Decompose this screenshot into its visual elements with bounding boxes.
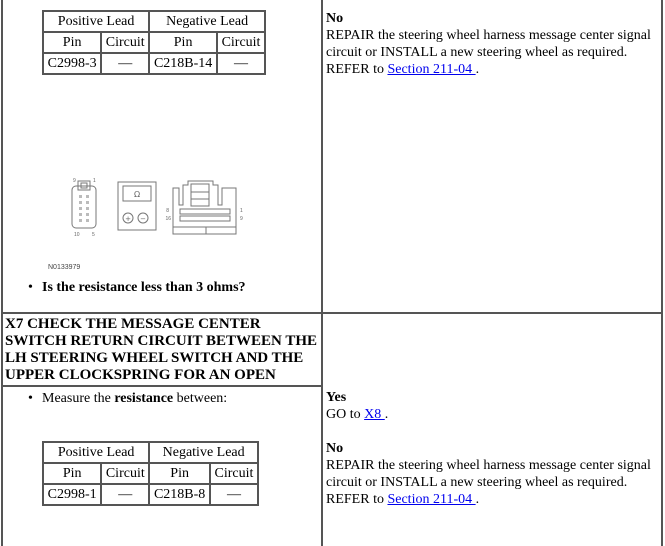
group-header-negative: Negative Lead bbox=[148, 441, 259, 464]
group-header-positive: Positive Lead bbox=[41, 441, 151, 464]
column-header: Circuit bbox=[100, 462, 151, 485]
question-text: Is the resistance less than 3 ohms? bbox=[42, 280, 246, 295]
column-header: Pin bbox=[41, 462, 103, 485]
row-divider bbox=[1, 312, 663, 314]
steering-wheel-connector-icon bbox=[71, 180, 97, 229]
instruction-prefix: Measure the bbox=[42, 391, 115, 406]
negative-terminal: − bbox=[140, 215, 146, 223]
table-cell: C2998-3 bbox=[41, 52, 103, 75]
table-border-left bbox=[1, 0, 3, 546]
table-border-middle bbox=[321, 0, 323, 546]
table-row: Pin Circuit Pin Circuit bbox=[41, 462, 259, 485]
section-link[interactable]: Section 211-04 bbox=[387, 62, 475, 77]
section-link[interactable]: Section 211-04 bbox=[387, 492, 475, 507]
response-text: REPAIR the steering wheel harness messag… bbox=[326, 458, 651, 507]
table-cell: C2998-1 bbox=[41, 483, 103, 506]
table-cell: C218B-8 bbox=[148, 483, 211, 506]
column-header: Pin bbox=[148, 31, 219, 54]
table-row: C2998-1 — C218B-8 — bbox=[41, 483, 259, 506]
response-text: REPAIR the steering wheel harness messag… bbox=[326, 28, 651, 77]
response-suffix: . bbox=[384, 407, 389, 422]
table-border-right bbox=[661, 0, 663, 546]
table-cell: — bbox=[216, 52, 266, 75]
table-row: Positive Lead Negative Lead bbox=[41, 10, 266, 33]
response-text: GO to bbox=[326, 407, 365, 422]
bullet-icon: • bbox=[28, 280, 33, 295]
group-header-negative: Negative Lead bbox=[148, 10, 266, 33]
instruction-suffix: between: bbox=[173, 391, 228, 406]
title-divider bbox=[1, 385, 323, 387]
response-label: No bbox=[326, 11, 344, 26]
pin-label: 5 bbox=[92, 232, 95, 238]
no-response-x7: No REPAIR the steering wheel harness mes… bbox=[326, 440, 656, 508]
step-title: X7 CHECK THE MESSAGE CENTER SWITCH RETUR… bbox=[5, 316, 318, 383]
table-cell: C218B-14 bbox=[148, 52, 219, 75]
table-cell: — bbox=[100, 483, 151, 506]
pin-label: 16 bbox=[165, 216, 171, 222]
connector-diagram: 9 1 10 5 Ω + − 8 16 1 9 bbox=[71, 178, 243, 238]
table-row: C2998-3 — C218B-14 — bbox=[41, 52, 266, 75]
group-header-positive: Positive Lead bbox=[41, 10, 151, 33]
instruction-text: Measure the resistance between: bbox=[42, 390, 227, 407]
ohm-symbol: Ω bbox=[134, 190, 140, 199]
column-header: Pin bbox=[148, 462, 211, 485]
table-cell: — bbox=[209, 483, 259, 506]
response-label: Yes bbox=[326, 390, 347, 405]
pin-label: 1 bbox=[93, 178, 96, 184]
table-cell: — bbox=[100, 52, 151, 75]
pin-label: 10 bbox=[74, 232, 80, 238]
positive-terminal: + bbox=[125, 215, 131, 223]
resistance-table-x7: Positive Lead Negative Lead Pin Circuit … bbox=[41, 441, 259, 506]
table-row: Positive Lead Negative Lead bbox=[41, 441, 259, 464]
figure-id: N0133979 bbox=[48, 264, 81, 271]
no-response-x6: No REPAIR the steering wheel harness mes… bbox=[326, 10, 656, 78]
response-label: No bbox=[326, 441, 344, 456]
column-header: Circuit bbox=[209, 462, 259, 485]
bullet-icon: • bbox=[28, 391, 33, 406]
instruction-bold: resistance bbox=[114, 391, 174, 406]
column-header: Circuit bbox=[216, 31, 266, 54]
column-header: Pin bbox=[41, 31, 103, 54]
yes-response-x7: Yes GO to X8 . bbox=[326, 389, 656, 423]
pin-label: 9 bbox=[240, 216, 243, 222]
column-header: Circuit bbox=[100, 31, 151, 54]
response-suffix: . bbox=[475, 492, 480, 507]
pin-label: 8 bbox=[166, 208, 169, 214]
response-suffix: . bbox=[475, 62, 480, 77]
resistance-table-x6: Positive Lead Negative Lead Pin Circuit … bbox=[41, 10, 266, 75]
diagnostic-procedure-table: Positive Lead Negative Lead Pin Circuit … bbox=[0, 0, 665, 546]
pin-label: 1 bbox=[240, 208, 243, 214]
step-link-x8[interactable]: X8 bbox=[364, 407, 385, 422]
pin-label: 9 bbox=[73, 178, 76, 184]
clockspring-connector-icon bbox=[172, 180, 237, 235]
table-row: Pin Circuit Pin Circuit bbox=[41, 31, 266, 54]
